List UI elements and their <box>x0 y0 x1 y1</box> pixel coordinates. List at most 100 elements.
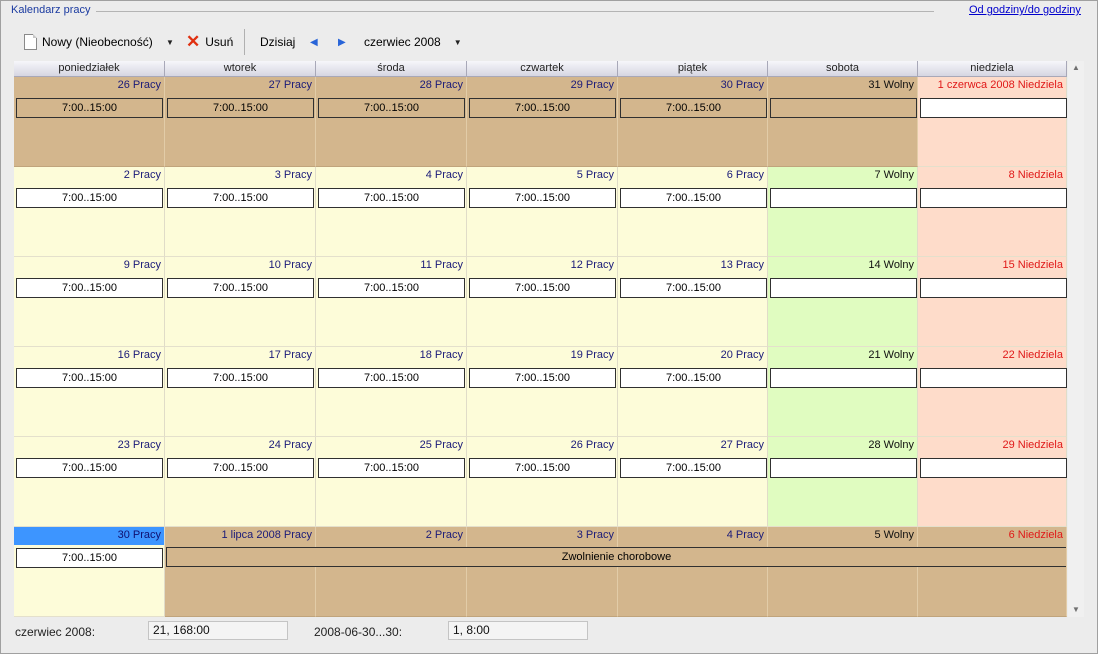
work-hours-box[interactable]: 7:00..15:00 <box>469 368 616 388</box>
day-cell[interactable]: 19 Pracy 7:00..15:00 <box>467 347 618 437</box>
work-hours-box[interactable] <box>920 368 1067 388</box>
day-cell[interactable]: 7 Wolny <box>768 167 918 257</box>
work-hours-box[interactable] <box>770 188 917 208</box>
day-cell[interactable]: 5 Wolny <box>768 527 918 617</box>
work-hours-box[interactable]: 7:00..15:00 <box>620 188 767 208</box>
scroll-up-icon[interactable]: ▲ <box>1068 61 1084 75</box>
day-cell[interactable]: 27 Pracy 7:00..15:00 <box>165 77 316 167</box>
work-hours-box[interactable]: 7:00..15:00 <box>318 278 465 298</box>
scroll-down-icon[interactable]: ▼ <box>1068 603 1084 617</box>
work-hours-box[interactable]: 7:00..15:00 <box>620 98 767 118</box>
work-hours-box[interactable]: 7:00..15:00 <box>620 368 767 388</box>
day-cell[interactable]: 1 czerwca 2008 Niedziela <box>918 77 1067 167</box>
day-cell[interactable]: 27 Pracy 7:00..15:00 <box>618 437 768 527</box>
day-label: 17 Pracy <box>268 349 312 361</box>
work-hours-box[interactable] <box>920 188 1067 208</box>
work-hours-box[interactable]: 7:00..15:00 <box>620 458 767 478</box>
day-cell[interactable]: 6 Pracy 7:00..15:00 <box>618 167 768 257</box>
work-hours-box[interactable]: 7:00..15:00 <box>167 278 314 298</box>
day-cell[interactable]: 3 Pracy <box>467 527 618 617</box>
day-cell[interactable]: 22 Niedziela <box>918 347 1067 437</box>
day-cell[interactable]: 28 Pracy 7:00..15:00 <box>316 77 467 167</box>
work-hours-box[interactable]: 7:00..15:00 <box>318 458 465 478</box>
work-hours-box[interactable]: 7:00..15:00 <box>469 278 616 298</box>
work-hours-box[interactable] <box>770 368 917 388</box>
work-hours-box[interactable] <box>920 278 1067 298</box>
hours-range-link[interactable]: Od godziny/do godziny <box>969 4 1081 16</box>
day-cell[interactable]: 2 Pracy <box>316 527 467 617</box>
day-cell[interactable]: 24 Pracy 7:00..15:00 <box>165 437 316 527</box>
day-label: 12 Pracy <box>570 259 614 271</box>
work-hours-box[interactable] <box>920 98 1067 118</box>
month-selector[interactable]: czerwiec 2008 ▼ <box>364 28 462 56</box>
day-cell[interactable]: 31 Wolny <box>768 77 918 167</box>
new-options-dropdown[interactable]: ▼ <box>166 28 174 56</box>
day-cell[interactable]: 8 Niedziela <box>918 167 1067 257</box>
day-label: 27 Pracy <box>268 79 312 91</box>
delete-button[interactable]: ✕ Usuń <box>186 28 233 56</box>
day-cell[interactable]: 17 Pracy 7:00..15:00 <box>165 347 316 437</box>
day-cell[interactable]: 23 Pracy 7:00..15:00 <box>14 437 165 527</box>
day-cell[interactable]: 15 Niedziela <box>918 257 1067 347</box>
work-hours-box[interactable] <box>770 458 917 478</box>
new-absence-button[interactable]: Nowy (Nieobecność) <box>24 28 153 56</box>
calendar-grid: poniedziałek wtorek środa czwartek piątek sob… <box>14 61 1067 617</box>
work-hours-box[interactable]: 7:00..15:00 <box>16 98 163 118</box>
day-cell[interactable]: 21 Wolny <box>768 347 918 437</box>
day-cell[interactable]: 9 Pracy 7:00..15:00 <box>14 257 165 347</box>
day-cell[interactable]: 26 Pracy 7:00..15:00 <box>14 77 165 167</box>
day-cell[interactable]: 3 Pracy 7:00..15:00 <box>165 167 316 257</box>
day-cell[interactable]: 4 Pracy 7:00..15:00 <box>316 167 467 257</box>
work-hours-box[interactable]: 7:00..15:00 <box>167 458 314 478</box>
work-hours-box[interactable]: 7:00..15:00 <box>16 548 163 568</box>
work-hours-box[interactable]: 7:00..15:00 <box>469 98 616 118</box>
day-cell[interactable]: 12 Pracy 7:00..15:00 <box>467 257 618 347</box>
day-cell[interactable]: 10 Pracy 7:00..15:00 <box>165 257 316 347</box>
previous-month-button[interactable]: ◀ <box>310 28 318 56</box>
day-cell[interactable]: 13 Pracy 7:00..15:00 <box>618 257 768 347</box>
chevron-down-icon: ▼ <box>166 37 174 47</box>
work-hours-box[interactable]: 7:00..15:00 <box>167 368 314 388</box>
day-cell[interactable]: 4 Pracy <box>618 527 768 617</box>
work-hours-box[interactable]: 7:00..15:00 <box>167 98 314 118</box>
day-label: 31 Wolny <box>868 79 914 91</box>
day-cell[interactable]: 20 Pracy 7:00..15:00 <box>618 347 768 437</box>
day-cell[interactable]: 1 lipca 2008 Pracy <box>165 527 316 617</box>
vertical-scrollbar[interactable]: ▲ ▼ <box>1068 61 1084 617</box>
work-hours-box[interactable]: 7:00..15:00 <box>318 188 465 208</box>
work-hours-box[interactable]: 7:00..15:00 <box>16 368 163 388</box>
work-hours-box[interactable]: 7:00..15:00 <box>469 458 616 478</box>
day-cell[interactable]: 18 Pracy 7:00..15:00 <box>316 347 467 437</box>
day-cell[interactable]: 5 Pracy 7:00..15:00 <box>467 167 618 257</box>
day-cell[interactable]: 25 Pracy 7:00..15:00 <box>316 437 467 527</box>
work-hours-box[interactable]: 7:00..15:00 <box>16 458 163 478</box>
day-cell[interactable]: 6 Niedziela <box>918 527 1067 617</box>
day-cell[interactable]: 28 Wolny <box>768 437 918 527</box>
day-cell[interactable]: 26 Pracy 7:00..15:00 <box>467 437 618 527</box>
work-hours-box[interactable]: 7:00..15:00 <box>469 188 616 208</box>
work-hours-box[interactable]: 7:00..15:00 <box>318 368 465 388</box>
next-month-button[interactable]: ▶ <box>338 28 346 56</box>
work-hours-box[interactable]: 7:00..15:00 <box>16 278 163 298</box>
work-hours-box[interactable]: 7:00..15:00 <box>16 188 163 208</box>
today-button[interactable]: Dzisiaj <box>260 28 295 56</box>
day-cell[interactable]: 30 Pracy 7:00..15:00 <box>14 527 165 617</box>
day-label: 3 Pracy <box>274 169 312 181</box>
work-hours-box[interactable] <box>920 458 1067 478</box>
day-cell[interactable]: 14 Wolny <box>768 257 918 347</box>
day-cell[interactable]: 29 Niedziela <box>918 437 1067 527</box>
work-hours-box[interactable] <box>770 278 917 298</box>
day-cell[interactable]: 30 Pracy 7:00..15:00 <box>618 77 768 167</box>
work-hours-box[interactable] <box>770 98 917 118</box>
day-label: 26 Pracy <box>570 439 614 451</box>
day-cell[interactable]: 11 Pracy 7:00..15:00 <box>316 257 467 347</box>
absence-event[interactable]: Zwolnienie chorobowe <box>166 547 1066 567</box>
work-hours-box[interactable]: 7:00..15:00 <box>167 188 314 208</box>
day-cell[interactable]: 16 Pracy 7:00..15:00 <box>14 347 165 437</box>
day-cell[interactable]: 2 Pracy 7:00..15:00 <box>14 167 165 257</box>
work-hours-box[interactable]: 7:00..15:00 <box>318 98 465 118</box>
day-cell[interactable]: 29 Pracy 7:00..15:00 <box>467 77 618 167</box>
day-label: 24 Pracy <box>268 439 312 451</box>
day-label: 1 lipca 2008 Pracy <box>221 529 313 541</box>
work-hours-box[interactable]: 7:00..15:00 <box>620 278 767 298</box>
